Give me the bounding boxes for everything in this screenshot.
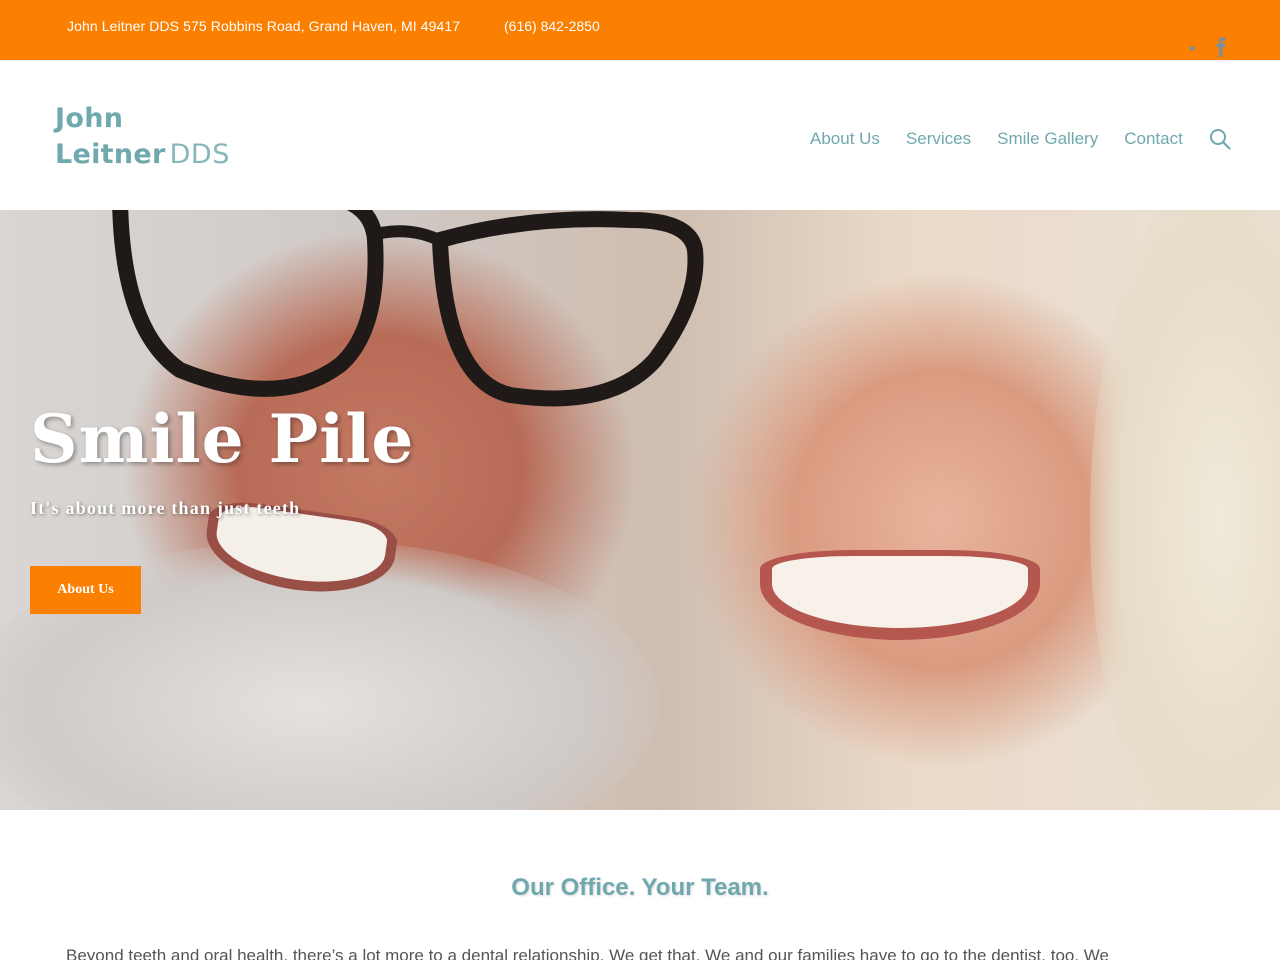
top-info-bar: John Leitner DDS 575 Robbins Road, Grand…: [0, 0, 1280, 60]
logo-line-3: DDS: [169, 139, 230, 170]
nav-contact[interactable]: Contact: [1124, 129, 1183, 149]
about-us-button[interactable]: About Us: [30, 566, 141, 614]
nav-smile-gallery[interactable]: Smile Gallery: [997, 129, 1098, 149]
section-title: Our Office. Your Team.: [511, 874, 769, 901]
site-header: John Leitner DDS About Us Services Smile …: [0, 60, 1280, 210]
address-text: John Leitner DDS 575 Robbins Road, Grand…: [67, 18, 461, 34]
hero-photo-glasses: [112, 210, 704, 407]
phone-link[interactable]: (616) 842-2850: [504, 18, 600, 34]
dot-icon[interactable]: [1190, 46, 1195, 51]
hero-photo-hair: [1090, 210, 1280, 810]
main-nav: About Us Services Smile Gallery Contact: [810, 127, 1231, 151]
logo-line-2: Leitner: [55, 139, 166, 170]
search-icon[interactable]: [1209, 128, 1231, 150]
hero-photo-smile-woman: [760, 550, 1040, 640]
hero-subtitle: It's about more than just teeth: [30, 498, 301, 518]
logo-line-1: John: [55, 103, 124, 134]
hero-banner: Smile Pile It's about more than just tee…: [0, 210, 1280, 810]
hero-title: Smile Pile: [30, 400, 415, 478]
intro-paragraph: Beyond teeth and oral health, there’s a …: [66, 946, 1109, 960]
nav-services[interactable]: Services: [906, 129, 971, 149]
nav-about-us[interactable]: About Us: [810, 129, 880, 149]
facebook-icon[interactable]: [1214, 37, 1228, 57]
site-logo[interactable]: John Leitner DDS: [55, 101, 230, 176]
